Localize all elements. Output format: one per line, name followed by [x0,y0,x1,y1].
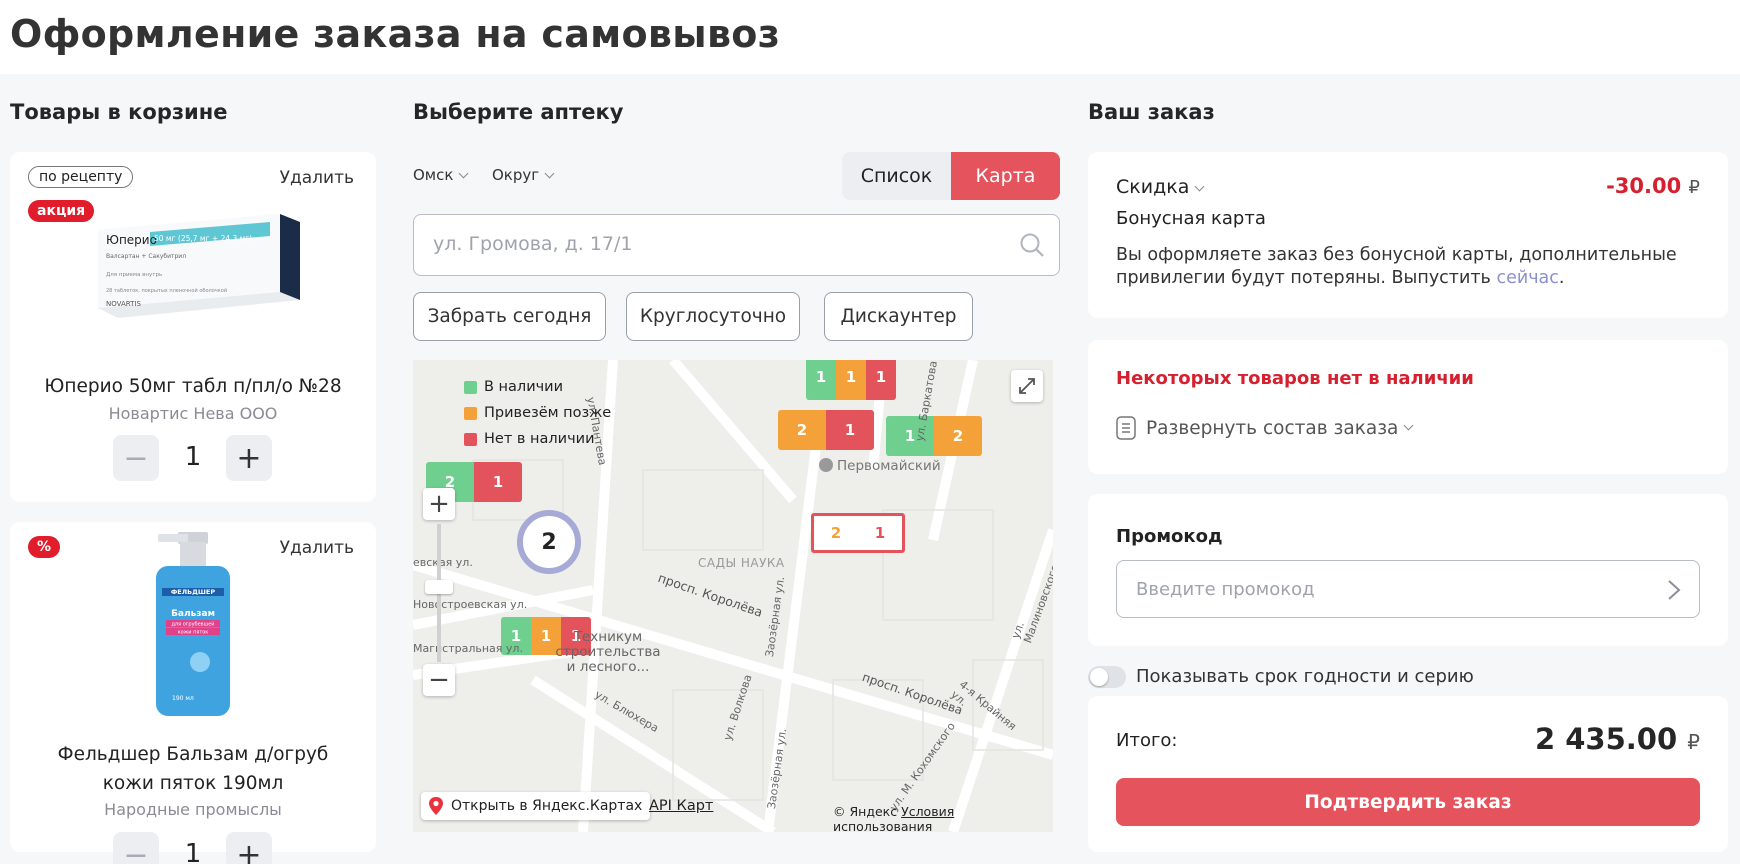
product-manufacturer: Новартис Нева ООО [108,404,278,423]
promo-field [1116,560,1700,618]
chevron-down-icon [544,168,555,179]
filter-pickup-today[interactable]: Забрать сегодня [413,292,606,341]
promo-panel: Промокод [1088,494,1728,646]
metro-icon [819,458,833,472]
chevron-down-icon [1403,420,1414,430]
increase-quantity-button[interactable]: + [226,832,272,864]
svg-text:для огрубевшей: для огрубевшей [171,621,214,628]
increase-quantity-button[interactable]: + [226,435,272,481]
decrease-quantity-button[interactable]: − [113,832,159,864]
map-street-label: Магистральная ул. [413,642,523,655]
zoom-out-button[interactable]: − [423,664,455,696]
svg-text:28 таблеток, покрытых пленочно: 28 таблеток, покрытых пленочной оболочко… [106,287,227,294]
district-value: Округ [492,166,540,184]
cart-item-card: % Удалить ФЕЛЬДШЕР Бальзам для огрубевше… [10,522,376,864]
product-manufacturer: Народные промыслы [104,800,282,819]
map-cluster-circle[interactable]: 2 [517,510,581,574]
discount-badge: % [28,536,61,558]
quantity-value: 1 [184,442,202,472]
chevron-right-icon[interactable] [1667,579,1681,601]
prescription-badge: по рецепту [28,166,134,188]
search-icon[interactable] [1019,232,1045,258]
city-value: Омск [413,166,454,184]
list-view-button[interactable]: Список [842,152,951,200]
address-search-input[interactable] [433,215,993,273]
product-image[interactable]: Юперио 50 мг (25,7 мг + 24,3 мг) Валсарт… [90,192,310,322]
legend-in-stock: В наличии [464,374,611,400]
expiry-toggle[interactable] [1088,666,1126,688]
quantity-value: 1 [184,839,202,864]
map-pin-icon [429,797,443,815]
map-metro-label: Первомайский [819,458,941,474]
delete-item-button[interactable]: Удалить [280,538,354,558]
zoom-slider-handle[interactable] [425,580,453,594]
issue-card-link[interactable]: сейчас [1496,268,1558,288]
pharmacy-marker[interactable]: 12 [886,416,982,456]
svg-text:Юперио: Юперио [106,233,157,247]
unavailable-warning: Некоторых товаров нет в наличии [1116,368,1474,389]
svg-text:кожи пяток: кожи пяток [178,630,209,636]
product-name[interactable]: Юперио 50мг табл п/пл/о №28 [10,372,376,401]
availability-panel: Некоторых товаров нет в наличии Разверну… [1088,340,1728,474]
discount-toggle[interactable]: Скидка [1116,176,1205,198]
bonus-card-text: Вы оформляете заказ без бонусной карты, … [1116,245,1677,288]
expand-icon [1019,378,1035,394]
map-college-label: Техникум строительства и лесного... [555,629,661,675]
district-select[interactable]: Округ [492,166,555,184]
product-name[interactable]: Фельдшер Бальзам д/огруб кожи пяток 190м… [10,740,376,798]
svg-text:ФЕЛЬДШЕР: ФЕЛЬДШЕР [171,588,215,596]
map-view-button[interactable]: Карта [951,152,1060,200]
total-panel: Итого: 2 435.00 ₽ Подтвердить заказ [1088,696,1728,852]
list-icon [1116,416,1136,440]
pharmacy-marker[interactable]: 21 [778,410,874,450]
svg-text:190 мл: 190 мл [172,695,194,702]
promo-input[interactable] [1136,561,1656,617]
chevron-down-icon [458,168,469,179]
view-toggle: Список Карта [842,152,1060,200]
chevron-down-icon [1194,181,1205,192]
filter-24-hours[interactable]: Круглосуточно [626,292,800,341]
svg-text:NOVARTIS: NOVARTIS [106,300,141,308]
pharmacy-title: Выберите аптеку [413,100,624,124]
map-copyright: © Яндекс Условия использования [833,804,955,832]
open-in-yandex-button[interactable]: Открыть в Яндекс.Картах [421,792,651,820]
discount-panel: Скидка -30.00 ₽ Бонусная карта Вы оформл… [1088,152,1728,318]
promo-title: Промокод [1116,526,1223,547]
map-street-label: евская ул. [413,556,473,569]
pharmacy-marker-selected[interactable]: 21 [811,513,905,553]
pharmacy-marker[interactable]: 111 [806,360,896,400]
expand-order-button[interactable]: Развернуть состав заказа [1116,416,1414,440]
delete-item-button[interactable]: Удалить [280,168,354,188]
map-street-label: Новостроевская ул. [413,598,528,611]
total-value: 2 435.00 ₽ [1534,722,1700,756]
product-image[interactable]: ФЕЛЬДШЕР Бальзам для огрубевшей кожи пят… [148,532,238,722]
svg-text:50 мг (25,7 мг + 24,3 мг): 50 мг (25,7 мг + 24,3 мг) [154,234,252,243]
expiry-toggle-label: Показывать срок годности и серию [1136,666,1474,687]
svg-text:Бальзам: Бальзам [171,609,215,619]
decrease-quantity-button[interactable]: − [113,435,159,481]
sale-badge: акция [28,200,95,222]
bonus-card-title: Бонусная карта [1116,208,1266,229]
cart-item-card: по рецепту акция Удалить Юперио 50 мг (2… [10,152,376,502]
pharmacy-map[interactable]: В наличии Привезём позже Нет в наличии 2… [413,360,1053,832]
order-title: Ваш заказ [1088,100,1215,124]
zoom-in-button[interactable]: + [423,488,455,520]
total-label: Итого: [1116,730,1178,751]
svg-text:Для приема внутрь: Для приема внутрь [106,272,162,278]
filter-discounter[interactable]: Дискаунтер [824,292,973,341]
page-title: Оформление заказа на самовывоз [10,12,781,56]
svg-text:Валсартан + Сакубитрил: Валсартан + Сакубитрил [106,253,186,260]
api-maps-link[interactable]: API Карт [649,798,713,814]
discount-value: -30.00 ₽ [1606,174,1700,198]
cart-title: Товары в корзине [10,100,228,124]
city-select[interactable]: Омск [413,166,469,184]
address-search [413,214,1060,276]
fullscreen-button[interactable] [1011,370,1043,402]
confirm-order-button[interactable]: Подтвердить заказ [1116,778,1700,826]
map-district-label: САДЫ НАУКА [698,556,785,570]
